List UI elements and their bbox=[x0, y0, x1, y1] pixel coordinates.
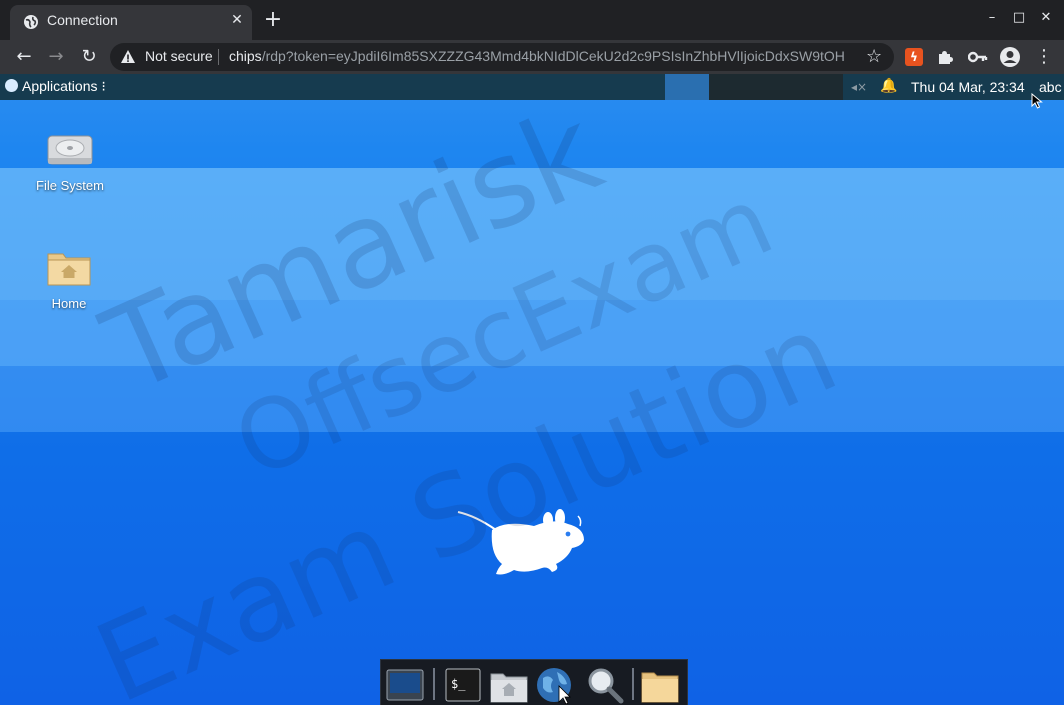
applications-menu-button[interactable]: Applications ⁝ bbox=[5, 78, 106, 96]
wallpaper-band bbox=[0, 366, 1064, 432]
extensions-puzzle-icon[interactable] bbox=[936, 48, 954, 66]
omnibox-divider bbox=[218, 49, 219, 65]
terminal-glyph: $_ bbox=[451, 677, 466, 691]
url-host: chips bbox=[229, 48, 262, 64]
key-icon[interactable] bbox=[968, 49, 988, 65]
desktop-icon-home[interactable]: Home bbox=[24, 248, 114, 311]
close-window-button[interactable]: ✕ bbox=[1038, 10, 1054, 26]
maximize-window-button[interactable]: □ bbox=[1011, 10, 1027, 26]
home-folder-icon[interactable] bbox=[489, 666, 529, 704]
reload-button[interactable]: ↻ bbox=[79, 47, 99, 67]
warning-icon bbox=[121, 50, 135, 63]
address-bar[interactable]: Not secure chips/rdp?token=eyJpdiI6Im85S… bbox=[110, 43, 894, 71]
volume-muted-icon[interactable]: ◂× bbox=[851, 80, 867, 94]
panel-clock[interactable]: Thu 04 Mar, 23:34 bbox=[911, 79, 1025, 95]
home-folder-icon bbox=[47, 253, 91, 286]
wallpaper-band bbox=[0, 300, 1064, 366]
xfce-mouse-logo bbox=[457, 509, 584, 575]
applications-menu-label: Applications ⁝ bbox=[22, 78, 106, 94]
bookmark-star-icon[interactable]: ☆ bbox=[866, 46, 882, 67]
panel-window-button[interactable] bbox=[709, 74, 843, 100]
forward-button[interactable]: → bbox=[46, 47, 66, 67]
dock-separator bbox=[433, 668, 435, 700]
url-path: /rdp?token=eyJpdiI6Im85SXZZZG43Mmd4bkNId… bbox=[261, 48, 845, 64]
xfce-top-panel: Applications ⁝ ◂× 🔔 Thu 04 Mar, 23:34 ab… bbox=[0, 74, 1064, 109]
url-text[interactable]: chips/rdp?token=eyJpdiI6Im85SXZZZG43Mmd4… bbox=[229, 48, 857, 64]
notification-bell-icon[interactable]: 🔔 bbox=[880, 78, 897, 94]
remote-desktop[interactable]: Applications ⁝ ◂× 🔔 Thu 04 Mar, 23:34 ab… bbox=[0, 74, 1064, 705]
browser-toolbar: ← → ↻ Not secure chips/rdp?token=eyJpdiI… bbox=[0, 40, 1064, 74]
not-secure-label[interactable]: Not secure bbox=[145, 48, 213, 64]
new-tab-button[interactable]: + bbox=[262, 9, 284, 31]
search-icon[interactable] bbox=[585, 666, 625, 704]
profile-avatar-icon[interactable] bbox=[999, 46, 1021, 68]
bottom-dock: $_ bbox=[380, 659, 688, 705]
tab-title: Connection bbox=[47, 12, 118, 28]
hard-drive-icon bbox=[47, 135, 93, 165]
browser-tab-strip: Connection ✕ + – □ ✕ bbox=[0, 0, 1064, 40]
dock-separator bbox=[632, 668, 634, 700]
web-browser-icon[interactable] bbox=[535, 666, 575, 704]
xfce-mouse-icon bbox=[5, 79, 18, 92]
globe-icon bbox=[24, 15, 38, 29]
desktop-icon-label: Home bbox=[51, 296, 87, 311]
back-button[interactable]: ← bbox=[14, 47, 34, 67]
show-desktop-icon[interactable] bbox=[385, 666, 425, 704]
desktop-icon-file-system[interactable]: File System bbox=[25, 130, 115, 193]
folder-icon[interactable] bbox=[640, 666, 680, 704]
terminal-icon[interactable]: $_ bbox=[443, 666, 483, 704]
tab-connection[interactable]: Connection ✕ bbox=[10, 5, 252, 40]
minimize-window-button[interactable]: – bbox=[984, 10, 1000, 26]
browser-menu-button[interactable]: ⋮ bbox=[1034, 47, 1054, 67]
wallpaper-band bbox=[0, 168, 1064, 300]
mouse-cursor-icon bbox=[1031, 93, 1043, 109]
desktop-icon-label: File System bbox=[36, 178, 104, 193]
extension-bolt-icon[interactable]: ϟ bbox=[905, 48, 923, 66]
panel-window-button[interactable] bbox=[665, 74, 709, 100]
tab-close-icon[interactable]: ✕ bbox=[230, 13, 244, 27]
